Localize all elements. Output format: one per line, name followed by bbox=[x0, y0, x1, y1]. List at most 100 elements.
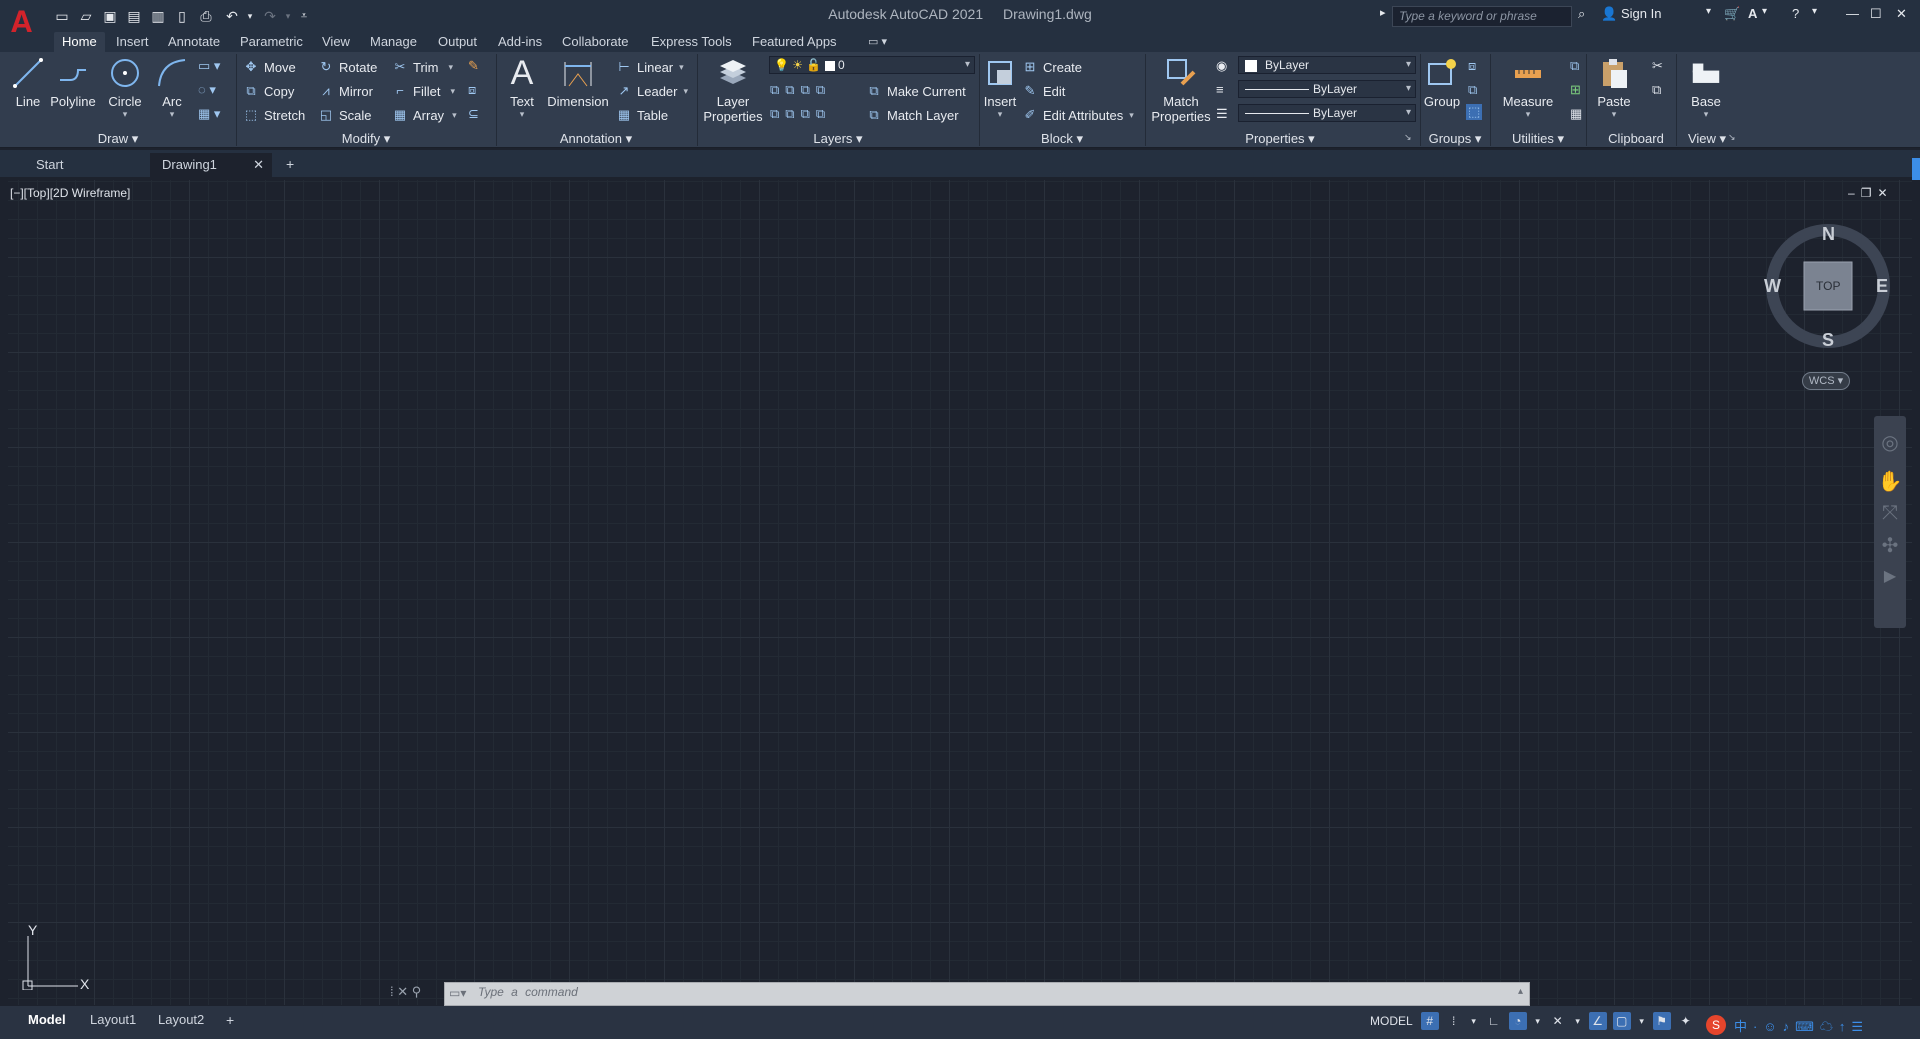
explode-icon[interactable]: ⧈ bbox=[468, 82, 476, 98]
edit-attributes-dropdown-icon[interactable]: ▾ bbox=[1129, 110, 1134, 121]
layer-tools-row-1-icons[interactable]: ⧉⧉⧉⧉ bbox=[770, 82, 831, 98]
compass-west[interactable]: W bbox=[1764, 276, 1781, 297]
ortho-icon[interactable]: ∟ bbox=[1485, 1012, 1503, 1030]
expand-search-icon[interactable]: ▸ bbox=[1380, 6, 1386, 19]
linear-button[interactable]: ⊢ Linear ▾ bbox=[616, 58, 683, 76]
linetype-dropdown[interactable]: ByLayer ▾ bbox=[1238, 80, 1416, 98]
model-space-toggle[interactable]: MODEL bbox=[1370, 1014, 1413, 1028]
tab-express-tools[interactable]: Express Tools bbox=[643, 32, 740, 52]
fillet-dropdown-icon[interactable]: ▾ bbox=[450, 86, 455, 97]
viewcube[interactable]: N S E W TOP bbox=[1764, 222, 1892, 350]
rotate-button[interactable]: ↻ Rotate bbox=[318, 58, 378, 76]
tab-view[interactable]: View bbox=[314, 32, 358, 52]
copy-clip-icon[interactable]: ⧉ bbox=[1652, 82, 1661, 98]
circle-button[interactable]: Circle ▾ bbox=[104, 56, 146, 120]
insert-block-button[interactable]: Insert ▾ bbox=[982, 56, 1018, 120]
isodraft-dropdown-icon[interactable]: ▾ bbox=[1573, 1012, 1583, 1030]
tab-drawing1[interactable]: Drawing1 ✕ bbox=[150, 153, 272, 177]
paste-dropdown-icon[interactable]: ▾ bbox=[1594, 109, 1634, 120]
recent-commands-icon[interactable]: ▭▾ bbox=[449, 986, 466, 1000]
table-button[interactable]: ▦ Table bbox=[616, 106, 668, 124]
new-tab-icon[interactable]: + bbox=[286, 156, 294, 172]
clipboard-panel-label[interactable]: Clipboard bbox=[1586, 130, 1686, 147]
drawing-area[interactable] bbox=[8, 180, 1912, 1005]
viewcube-top-face[interactable]: TOP bbox=[1816, 279, 1840, 293]
match-properties-button[interactable]: Match Properties bbox=[1148, 56, 1214, 124]
tab-annotate[interactable]: Annotate bbox=[160, 32, 228, 52]
cut-icon[interactable]: ✂ bbox=[1652, 58, 1663, 74]
tab-home[interactable]: Home bbox=[54, 32, 105, 52]
layer-tools-row-2-icons[interactable]: ⧉⧉⧉⧉ bbox=[770, 106, 831, 122]
trim-dropdown-icon[interactable]: ▾ bbox=[449, 62, 454, 73]
scale-button[interactable]: ◱ Scale bbox=[318, 106, 372, 124]
properties-panel-label[interactable]: Properties ▾ bbox=[1145, 130, 1415, 147]
tab-featured-apps[interactable]: Featured Apps bbox=[744, 32, 845, 52]
text-dropdown-icon[interactable]: ▾ bbox=[504, 109, 540, 120]
isodraft-icon[interactable]: ✕ bbox=[1549, 1012, 1567, 1030]
maximize-window-icon[interactable]: ☐ bbox=[1870, 6, 1882, 22]
tab-start[interactable]: Start bbox=[24, 153, 148, 177]
search-input[interactable]: Type a keyword or phrase bbox=[1392, 6, 1572, 27]
hatch-icon[interactable]: ◌ ▾ bbox=[198, 82, 216, 98]
tab-model[interactable]: Model bbox=[20, 1011, 74, 1029]
help-dropdown-icon[interactable]: ▾ bbox=[1812, 6, 1817, 17]
tab-layout2[interactable]: Layout2 bbox=[150, 1011, 212, 1029]
block-panel-label[interactable]: Block ▾ bbox=[979, 130, 1145, 147]
group-button[interactable]: Group bbox=[1422, 56, 1462, 109]
measure-button[interactable]: Measure ▾ bbox=[1496, 56, 1560, 120]
snap-dropdown-icon[interactable]: ▾ bbox=[1469, 1012, 1479, 1030]
line-button[interactable]: Line bbox=[10, 56, 46, 109]
steering-wheel-icon[interactable]: ◎ bbox=[1874, 430, 1906, 455]
tab-manage[interactable]: Manage bbox=[362, 32, 425, 52]
command-input[interactable]: Type a command bbox=[478, 985, 578, 999]
match-layer-button[interactable]: ⧉ Match Layer bbox=[866, 106, 958, 124]
zoom-extents-icon[interactable]: ⤧ bbox=[1874, 502, 1906, 525]
sign-in-dropdown-icon[interactable]: ▾ bbox=[1706, 6, 1711, 17]
side-panel-tab[interactable] bbox=[1912, 158, 1920, 180]
polar-dropdown-icon[interactable]: ▾ bbox=[1533, 1012, 1543, 1030]
paste-button[interactable]: Paste ▾ bbox=[1594, 56, 1634, 120]
close-window-icon[interactable]: ✕ bbox=[1896, 6, 1907, 22]
leader-button[interactable]: ↗ Leader ▾ bbox=[616, 82, 688, 100]
select-all-icon[interactable]: ⊞ bbox=[1570, 82, 1581, 98]
properties-dialog-launcher-icon[interactable]: ↘ bbox=[1404, 132, 1412, 143]
group-edit-icon[interactable]: ⧉ bbox=[1468, 82, 1477, 98]
leader-dropdown-icon[interactable]: ▾ bbox=[683, 86, 688, 97]
compass-south[interactable]: S bbox=[1822, 330, 1834, 351]
viewport-close-icon[interactable]: ✕ bbox=[1877, 186, 1893, 200]
help-icon[interactable]: ? bbox=[1792, 6, 1799, 21]
viewport-controls-label[interactable]: [−][Top][2D Wireframe] bbox=[10, 186, 130, 200]
minimize-window-icon[interactable]: — bbox=[1846, 6, 1859, 21]
ungroup-icon[interactable]: ⧈ bbox=[1468, 58, 1476, 74]
tab-insert[interactable]: Insert bbox=[108, 32, 157, 52]
base-view-button[interactable]: Base ▾ bbox=[1688, 60, 1724, 120]
arc-dropdown-icon[interactable]: ▾ bbox=[154, 109, 190, 120]
layers-panel-label[interactable]: Layers ▾ bbox=[697, 130, 979, 147]
draw-panel-label[interactable]: Draw ▾ bbox=[0, 130, 236, 147]
autodesk-app-store-icon[interactable]: A bbox=[1748, 6, 1757, 21]
array-dropdown-icon[interactable]: ▾ bbox=[452, 110, 457, 121]
edit-attributes-button[interactable]: ✐ Edit Attributes ▾ bbox=[1022, 106, 1134, 124]
sign-in-button[interactable]: Sign In bbox=[1621, 6, 1661, 21]
viewport-minimize-icon[interactable]: – bbox=[1848, 186, 1861, 200]
tab-collaborate[interactable]: Collaborate bbox=[554, 32, 637, 52]
tab-output[interactable]: Output bbox=[430, 32, 485, 52]
compass-east[interactable]: E bbox=[1876, 276, 1888, 297]
command-line[interactable]: ▭▾ ▴ bbox=[444, 982, 1530, 1006]
calculator-icon[interactable]: ▦ bbox=[1570, 106, 1582, 122]
mirror-button[interactable]: ⩘ Mirror bbox=[318, 82, 373, 100]
group-selection-toggle-icon[interactable]: ⬚ bbox=[1466, 104, 1483, 120]
circle-dropdown-icon[interactable]: ▾ bbox=[104, 109, 146, 120]
edit-block-button[interactable]: ✎ Edit bbox=[1022, 82, 1066, 100]
fillet-button[interactable]: ⌐ Fillet ▾ bbox=[392, 82, 455, 100]
color-dropdown[interactable]: ByLayer ▾ bbox=[1238, 56, 1416, 74]
text-button[interactable]: A Text ▾ bbox=[504, 56, 540, 120]
grid-icon[interactable]: # bbox=[1420, 1012, 1439, 1030]
app-store-dropdown-icon[interactable]: ▾ bbox=[1762, 6, 1767, 17]
object-snap-icon[interactable]: ▢ bbox=[1612, 1012, 1631, 1030]
groups-panel-label[interactable]: Groups ▾ bbox=[1420, 130, 1490, 147]
stretch-button[interactable]: ⬚ Stretch bbox=[243, 106, 305, 124]
object-snap-tracking-icon[interactable]: ∠ bbox=[1588, 1012, 1607, 1030]
view-panel-expand-icon[interactable]: ↘ bbox=[1728, 132, 1736, 143]
array-button[interactable]: ▦ Array ▾ bbox=[392, 106, 457, 124]
